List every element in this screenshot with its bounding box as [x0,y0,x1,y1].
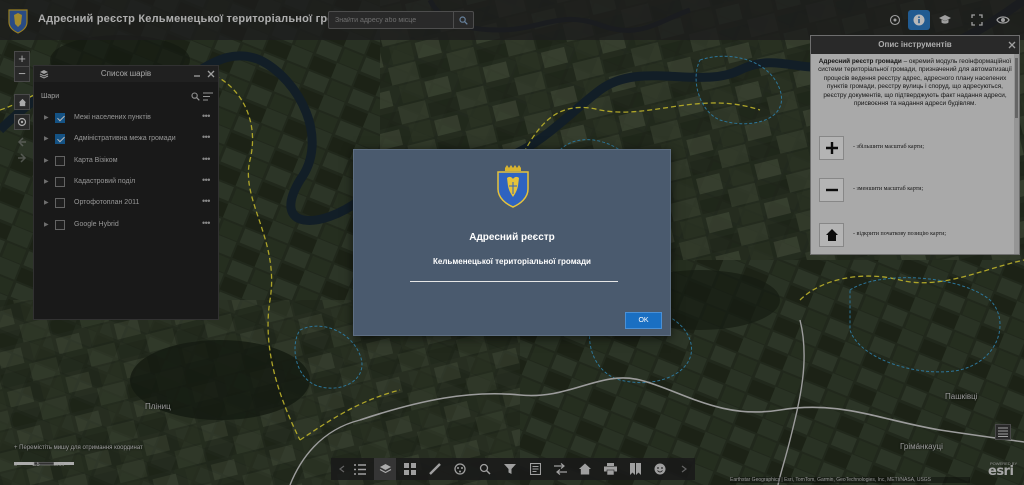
dialog-divider [410,281,618,282]
ok-button[interactable]: OK [625,312,662,329]
splash-dialog: Адресний реєстр Кельменецької територіал… [353,149,671,336]
dialog-subtitle: Кельменецької територіальної громади [433,257,591,266]
coat-of-arms-icon [495,164,531,208]
dialog-title: Адресний реєстр [469,232,555,243]
